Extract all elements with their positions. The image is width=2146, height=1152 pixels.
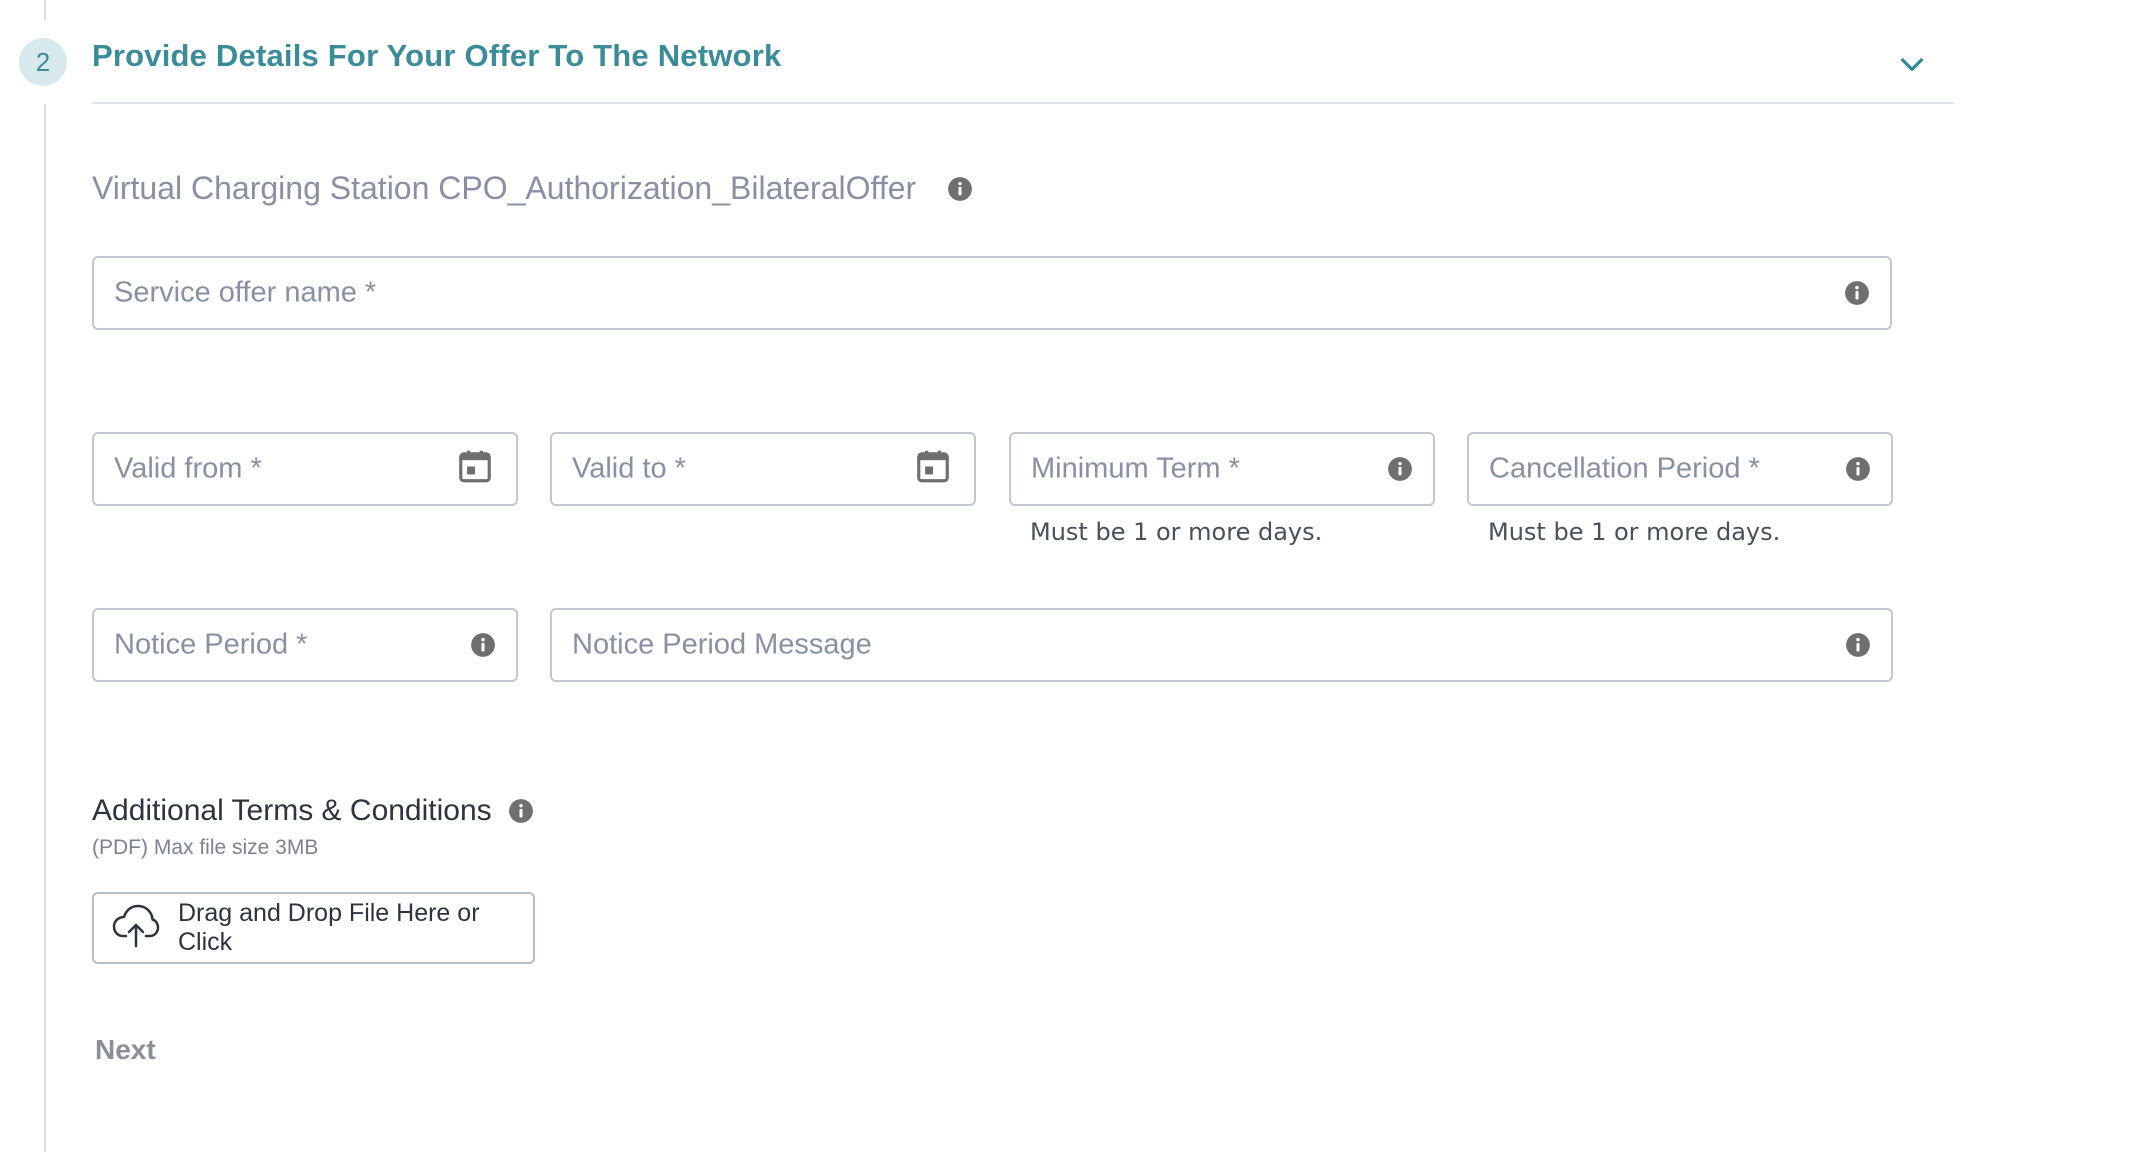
info-icon[interactable] [1845,456,1871,482]
section-title-text: Virtual Charging Station CPO_Authorizati… [92,170,917,206]
info-icon[interactable] [1387,456,1413,482]
info-icon[interactable] [508,798,534,824]
terms-title-text: Additional Terms & Conditions [92,794,492,827]
valid-to-field[interactable]: Valid to * [550,432,976,506]
valid-from-placeholder: Valid from * [114,452,262,485]
notice-period-field[interactable]: Notice Period * [92,608,518,682]
cancellation-period-placeholder: Cancellation Period * [1489,452,1760,485]
step-number: 2 [35,46,51,77]
next-button[interactable]: Next [95,1034,156,1066]
stepper-line [44,104,46,1152]
notice-period-message-placeholder: Notice Period Message [572,628,872,661]
upload-button[interactable]: Drag and Drop File Here or Click [92,892,535,964]
calendar-icon[interactable] [456,448,494,491]
stepper-line-top [44,0,46,20]
info-icon[interactable] [947,173,973,199]
step-title[interactable]: Provide Details For Your Offer To The Ne… [92,38,781,74]
service-offer-name-placeholder: Service offer name * [114,276,377,309]
step-number-badge: 2 [19,38,67,86]
terms-title: Additional Terms & Conditions [92,794,534,828]
minimum-term-helper: Must be 1 or more days. [1030,518,1323,546]
info-icon[interactable] [1845,632,1871,658]
minimum-term-field[interactable]: Minimum Term * [1009,432,1435,506]
info-icon[interactable] [470,632,496,658]
notice-period-placeholder: Notice Period * [114,628,308,661]
valid-from-field[interactable]: Valid from * [92,432,518,506]
info-icon[interactable] [1844,280,1870,306]
minimum-term-placeholder: Minimum Term * [1031,452,1240,485]
cloud-upload-icon [112,904,160,953]
notice-period-message-field[interactable]: Notice Period Message [550,608,1893,682]
header-divider [92,102,1954,104]
calendar-icon[interactable] [914,448,952,491]
cancellation-period-field[interactable]: Cancellation Period * [1467,432,1893,506]
section-title: Virtual Charging Station CPO_Authorizati… [92,170,973,207]
terms-subtitle: (PDF) Max file size 3MB [92,836,319,859]
chevron-down-icon[interactable] [1896,48,1928,80]
service-offer-name-field[interactable]: Service offer name * [92,256,1892,330]
upload-label: Drag and Drop File Here or Click [178,899,480,956]
valid-to-placeholder: Valid to * [572,452,686,485]
cancellation-period-helper: Must be 1 or more days. [1488,518,1781,546]
